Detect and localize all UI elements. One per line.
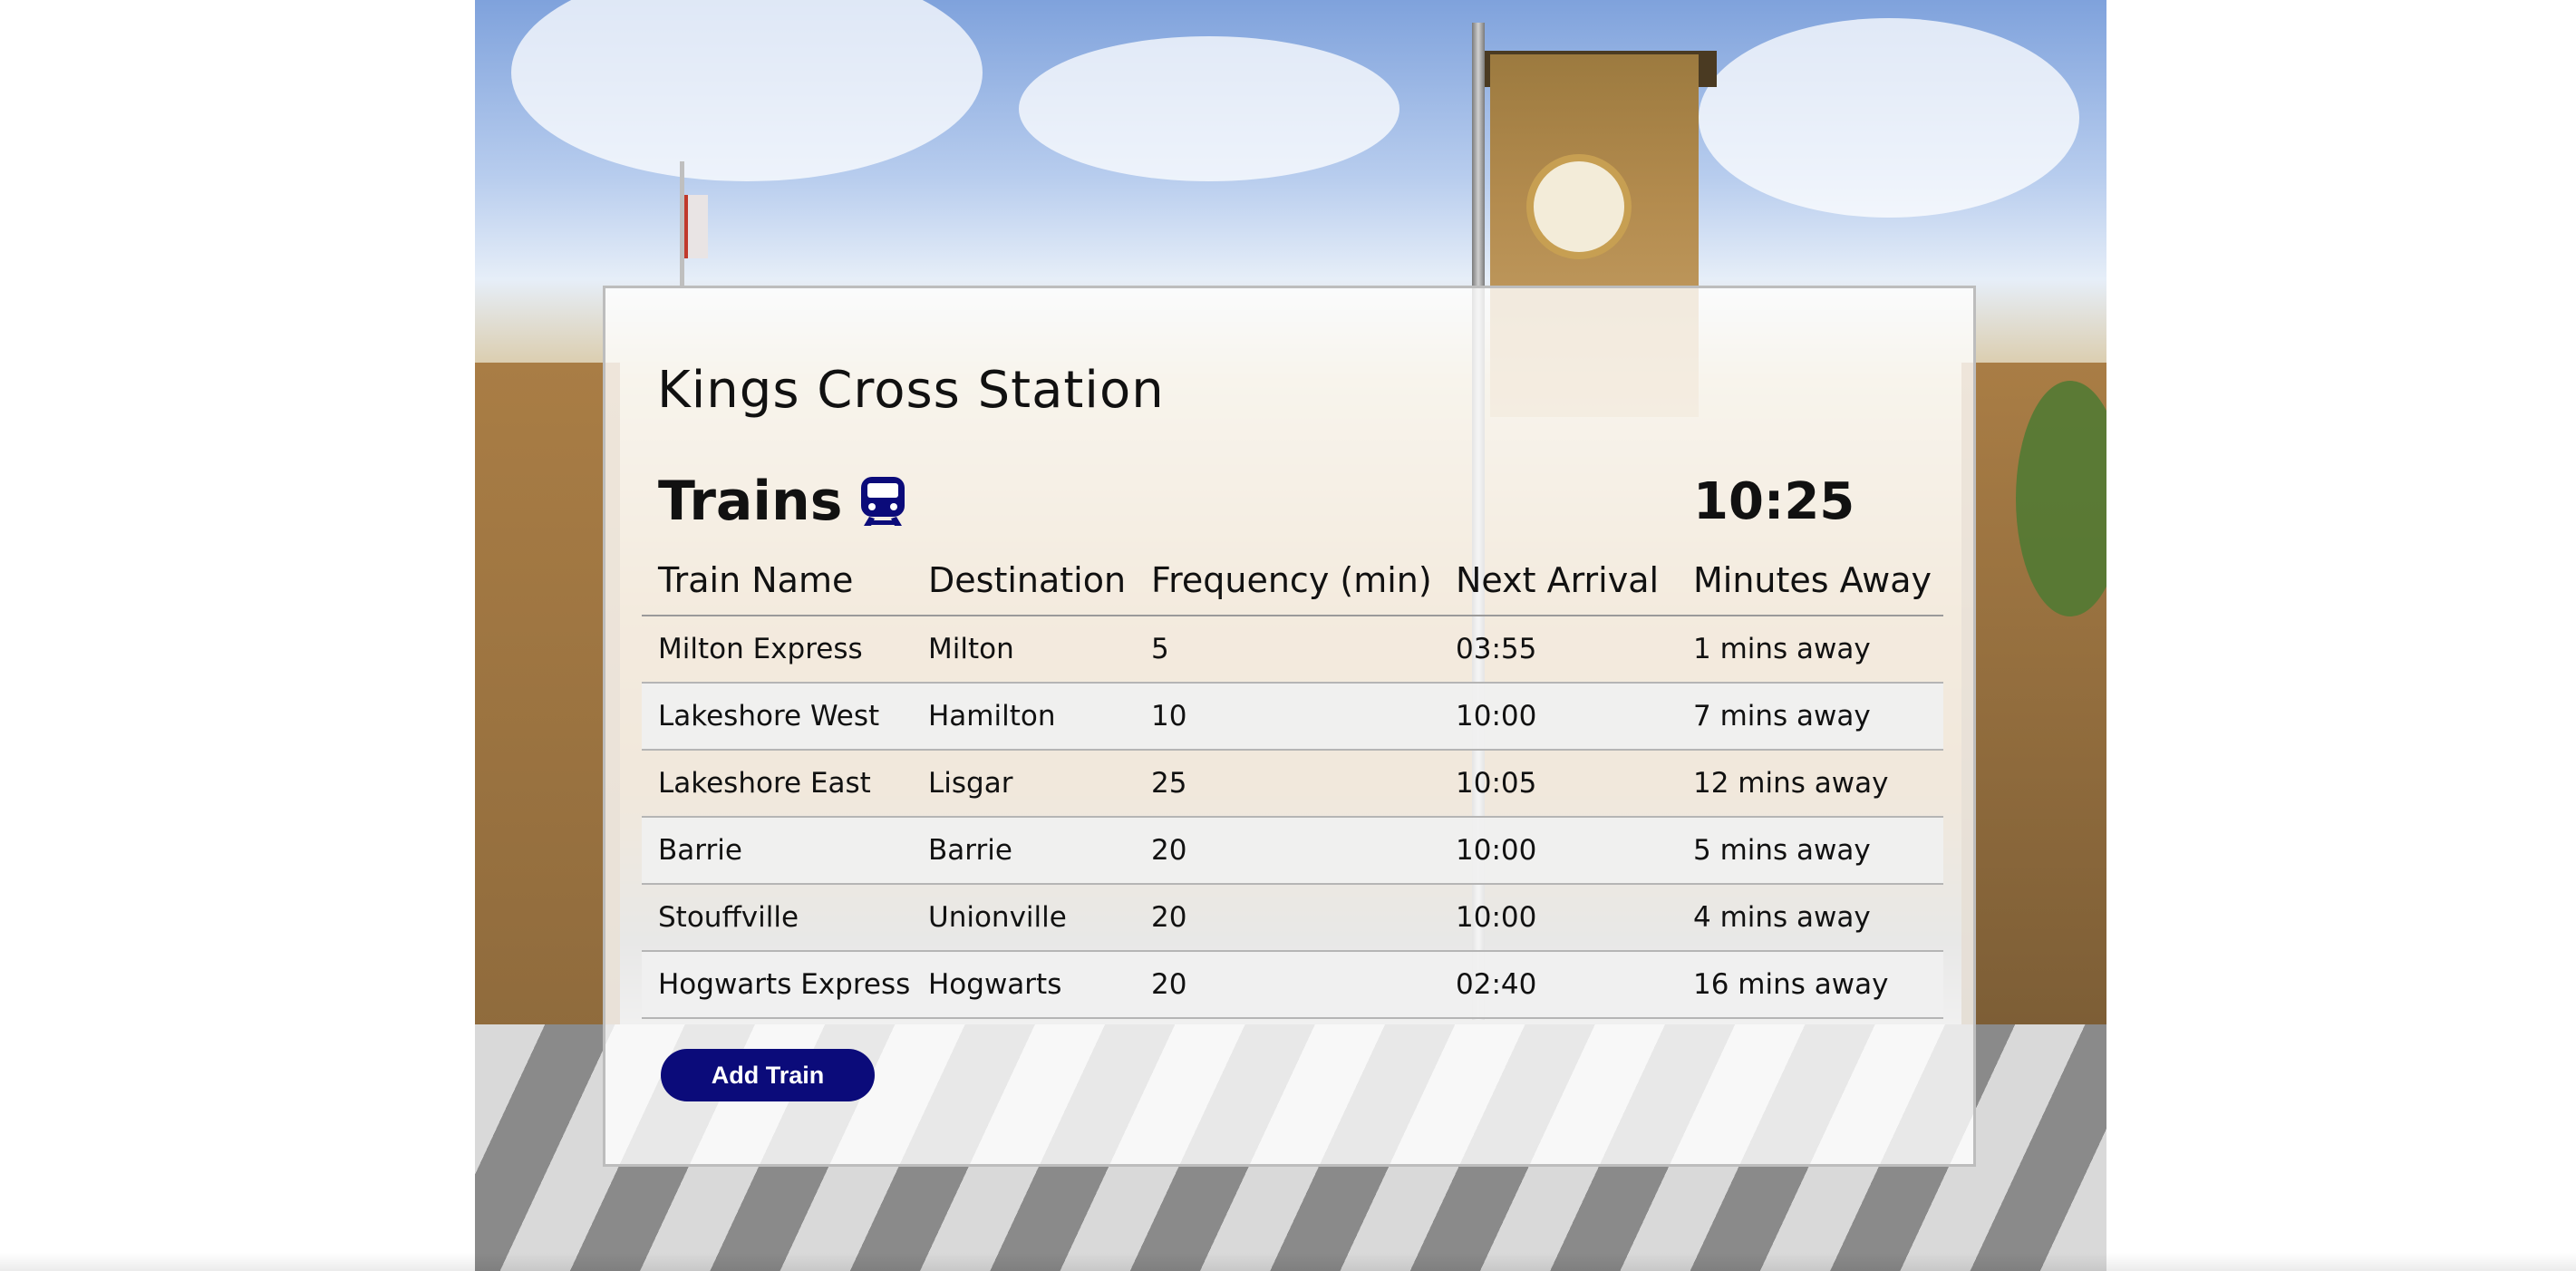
cell-train-name: Milton Express	[642, 616, 912, 684]
cell-train-name: Lakeshore West	[642, 683, 912, 751]
trains-heading: Trains	[658, 470, 907, 533]
cell-destination: Lisgar	[912, 750, 1135, 818]
table-row: Lakeshore West Hamilton 10 10:00 7 mins …	[642, 683, 1943, 751]
cell-next-arrival: 10:05	[1439, 750, 1677, 818]
train-icon	[861, 477, 905, 526]
table-header-row: Train Name Destination Frequency (min) N…	[642, 551, 1943, 616]
table-row: Hogwarts Express Hogwarts 20 02:40 16 mi…	[642, 951, 1943, 1019]
column-header-train-name: Train Name	[642, 551, 912, 616]
cell-next-arrival: 03:55	[1439, 616, 1677, 684]
cell-next-arrival: 02:40	[1439, 951, 1677, 1019]
building-left	[475, 363, 620, 1070]
cell-minutes-away: 1 mins away	[1677, 616, 1943, 684]
column-header-destination: Destination	[912, 551, 1135, 616]
cloud	[1019, 36, 1399, 181]
cell-minutes-away: 5 mins away	[1677, 817, 1943, 885]
trains-heading-label: Trains	[658, 470, 843, 533]
column-header-next-arrival: Next Arrival	[1439, 551, 1677, 616]
cell-train-name: Hogwarts Express	[642, 951, 912, 1019]
table-row: Stouffville Unionville 20 10:00 4 mins a…	[642, 884, 1943, 952]
clock-icon	[1526, 154, 1632, 259]
cell-next-arrival: 10:00	[1439, 884, 1677, 952]
table-row: Barrie Barrie 20 10:00 5 mins away	[642, 817, 1943, 885]
cell-next-arrival: 10:00	[1439, 683, 1677, 751]
cell-frequency: 20	[1135, 817, 1439, 885]
cell-frequency: 20	[1135, 951, 1439, 1019]
cell-destination: Milton	[912, 616, 1135, 684]
cell-destination: Hamilton	[912, 683, 1135, 751]
cell-minutes-away: 7 mins away	[1677, 683, 1943, 751]
column-header-minutes-away: Minutes Away	[1677, 551, 1943, 616]
cell-destination: Barrie	[912, 817, 1135, 885]
cloud	[511, 0, 983, 181]
schedule-card: Kings Cross Station Trains 10:25 Train N…	[603, 286, 1976, 1167]
cell-next-arrival: 10:00	[1439, 817, 1677, 885]
cell-train-name: Lakeshore East	[642, 750, 912, 818]
table-row: Lakeshore East Lisgar 25 10:05 12 mins a…	[642, 750, 1943, 818]
cell-frequency: 10	[1135, 683, 1439, 751]
cell-minutes-away: 16 mins away	[1677, 951, 1943, 1019]
cell-train-name: Stouffville	[642, 884, 912, 952]
cell-frequency: 25	[1135, 750, 1439, 818]
cell-destination: Unionville	[912, 884, 1135, 952]
cell-minutes-away: 4 mins away	[1677, 884, 1943, 952]
page-bottom-edge	[0, 1253, 2576, 1271]
cloud	[1699, 18, 2079, 218]
page-title: Kings Cross Station	[657, 361, 1165, 420]
train-schedule-table: Train Name Destination Frequency (min) N…	[642, 551, 1943, 1019]
cell-frequency: 5	[1135, 616, 1439, 684]
cell-minutes-away: 12 mins away	[1677, 750, 1943, 818]
current-time: 10:25	[1693, 472, 1855, 531]
column-header-frequency: Frequency (min)	[1135, 551, 1439, 616]
table-row: Milton Express Milton 5 03:55 1 mins awa…	[642, 616, 1943, 684]
flag-icon	[684, 195, 708, 258]
cell-destination: Hogwarts	[912, 951, 1135, 1019]
cell-train-name: Barrie	[642, 817, 912, 885]
cell-frequency: 20	[1135, 884, 1439, 952]
add-train-button[interactable]: Add Train	[661, 1049, 875, 1101]
